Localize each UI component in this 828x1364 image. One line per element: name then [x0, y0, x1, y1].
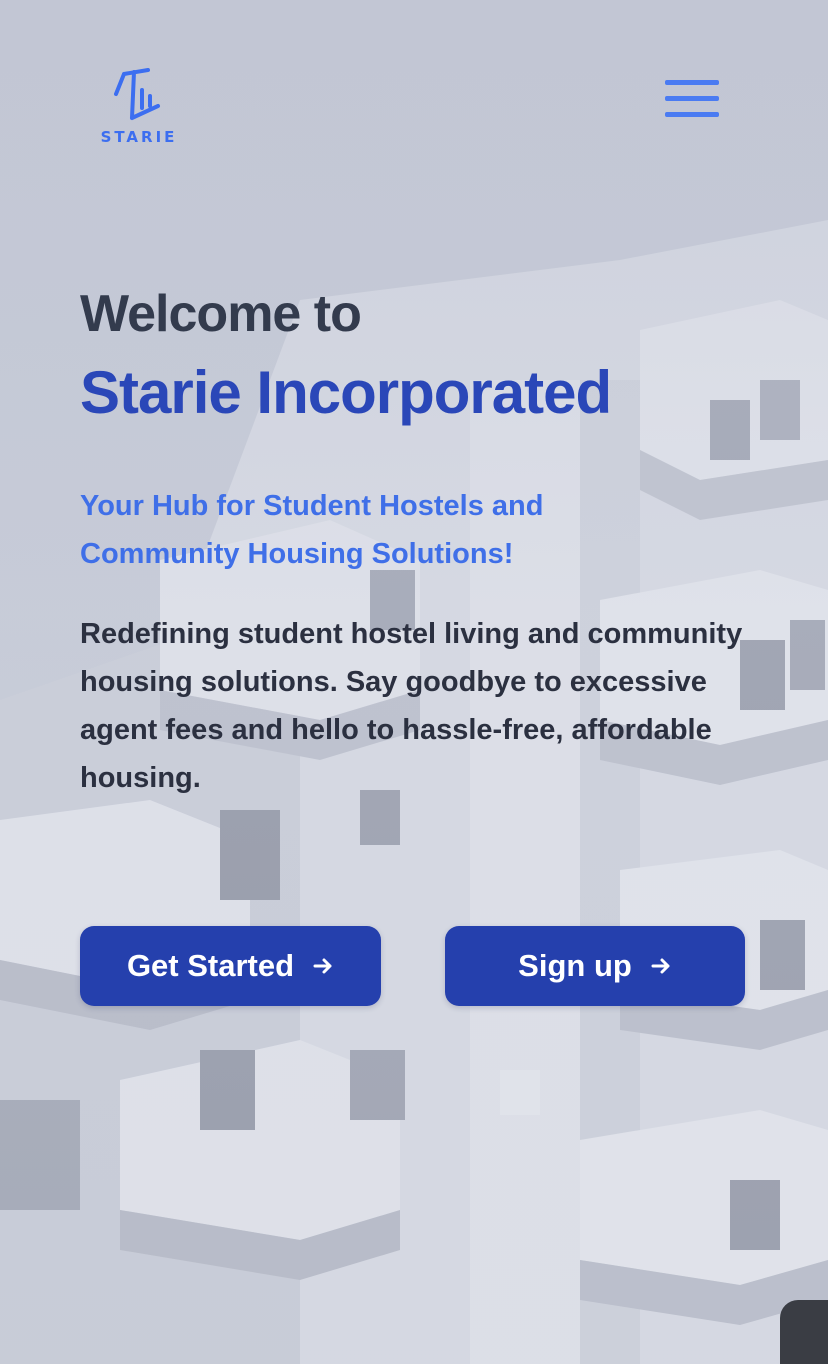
hamburger-menu-icon[interactable]	[662, 76, 722, 122]
sign-up-label: Sign up	[518, 948, 632, 983]
menu-bar	[665, 112, 719, 117]
get-started-label: Get Started	[126, 948, 295, 983]
menu-bar	[665, 96, 719, 101]
sign-up-button[interactable]: Sign up	[445, 926, 745, 1006]
logo-wordmark: STARIE	[100, 128, 178, 146]
hero-brand-heading: Starie Incorporated	[80, 359, 612, 426]
starie-logo-icon	[114, 68, 160, 120]
arrow-right-icon	[651, 958, 670, 974]
landing-page: STARIE Welcome to Starie Incorporated Yo…	[0, 0, 828, 1364]
menu-bar	[665, 80, 719, 85]
get-started-button[interactable]: Get Started	[80, 926, 381, 1006]
hero-description: Redefining student hostel living and com…	[80, 618, 743, 794]
arrow-right-icon	[313, 958, 332, 974]
brand-logo[interactable]: STARIE	[94, 66, 184, 148]
hero-tagline: Your Hub for Student Hostels and Communi…	[80, 490, 544, 570]
floating-chat-widget[interactable]	[780, 1300, 828, 1364]
hero-welcome-heading: Welcome to	[80, 285, 362, 343]
